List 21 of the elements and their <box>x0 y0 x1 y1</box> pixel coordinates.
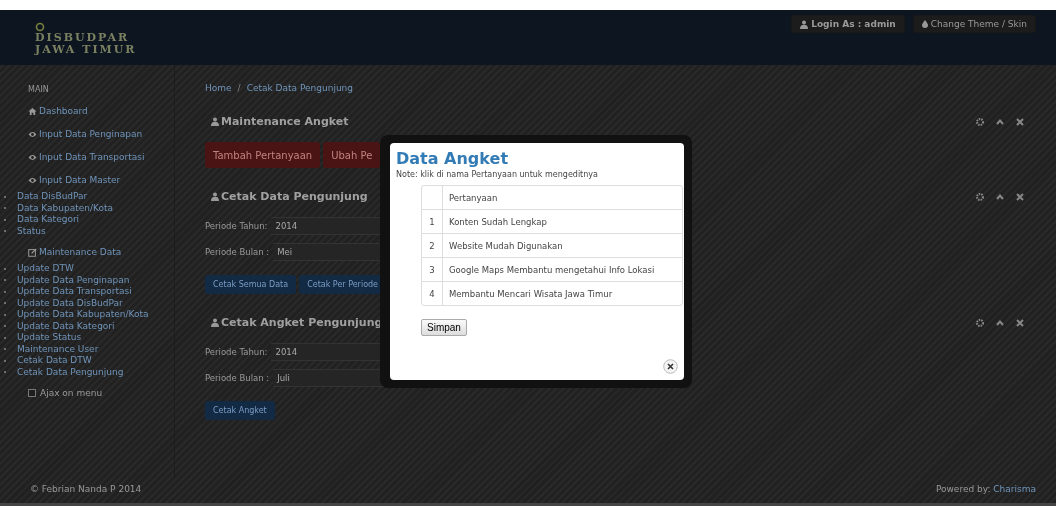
column-header: Pertanyaan <box>448 191 499 205</box>
sidebar-heading: MAIN <box>28 85 50 94</box>
panel-title: Maintenance Angket <box>221 115 349 128</box>
row-number: 3 <box>422 257 443 281</box>
copyright-text: © Febrian Nanda P 2014 <box>30 484 142 494</box>
powered-by-text: Powered by: <box>935 484 992 494</box>
logo-text: DISBUDPAR <box>35 32 131 44</box>
field-label: Periode Tahun: <box>205 347 268 357</box>
breadcrumb-separator: / <box>237 83 241 93</box>
panel-title: Cetak Angket Pengunjung <box>221 316 383 329</box>
ajax-label: Ajax on menu <box>40 388 103 398</box>
field-label: Periode Bulan : <box>205 373 270 383</box>
field-label: Periode Tahun: <box>205 221 268 231</box>
row-number: 2 <box>422 233 443 257</box>
field-label: Periode Bulan : <box>205 247 270 257</box>
row-number: 4 <box>422 281 443 305</box>
logo-text: JAWA TIMUR <box>35 44 137 56</box>
panel-title: Cetak Data Pengunjung <box>221 190 368 203</box>
modal-title: Data Angket <box>396 149 510 168</box>
row-number: 1 <box>422 209 443 233</box>
modal-note: Note: klik di nama Pertanyaan untuk mengeditnya <box>396 170 599 179</box>
